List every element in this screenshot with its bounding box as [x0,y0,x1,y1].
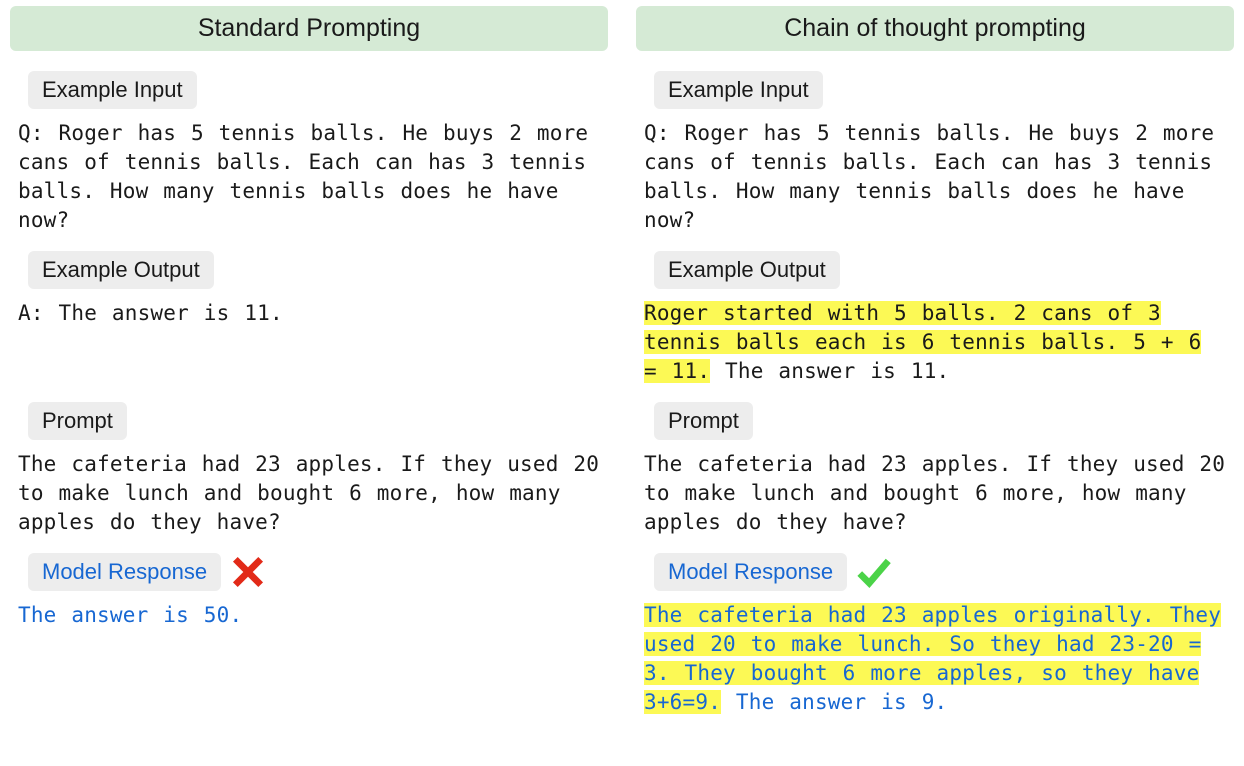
label-row: Model Response [636,547,1234,597]
model-response-text: The cafeteria had 23 apples originally. … [636,597,1234,727]
example-input-label: Example Input [654,71,823,109]
label-row: Example Input [10,65,608,115]
example-output-rest: The answer is 11. [710,359,949,383]
model-response-text: The answer is 50. [10,597,608,640]
example-output-text: Roger started with 5 balls. 2 cans of 3 … [636,295,1234,396]
example-output-text: A: The answer is 11. [10,295,608,338]
standard-prompting-column: Standard Prompting Example Input Q: Roge… [10,6,608,760]
example-input-text: Q: Roger has 5 tennis balls. He buys 2 m… [10,115,608,245]
column-title: Standard Prompting [10,6,608,51]
model-response-label: Model Response [654,553,847,591]
prompt-text: The cafeteria had 23 apples. If they use… [10,446,608,547]
prompt-label: Prompt [654,402,753,440]
model-response-rest: The answer is 9. [721,690,947,714]
example-output-label: Example Output [28,251,214,289]
check-icon [855,553,893,591]
cross-icon [229,553,267,591]
example-input-text: Q: Roger has 5 tennis balls. He buys 2 m… [636,115,1234,245]
column-title: Chain of thought prompting [636,6,1234,51]
example-output-label: Example Output [654,251,840,289]
label-row: Example Output [10,245,608,295]
diagram-root: Standard Prompting Example Input Q: Roge… [0,0,1244,766]
spacer [10,338,608,396]
model-response-label: Model Response [28,553,221,591]
prompt-label: Prompt [28,402,127,440]
label-row: Prompt [636,396,1234,446]
example-input-label: Example Input [28,71,197,109]
label-row: Model Response [10,547,608,597]
chain-of-thought-column: Chain of thought prompting Example Input… [636,6,1234,760]
label-row: Example Output [636,245,1234,295]
label-row: Example Input [636,65,1234,115]
prompt-text: The cafeteria had 23 apples. If they use… [636,446,1234,547]
label-row: Prompt [10,396,608,446]
